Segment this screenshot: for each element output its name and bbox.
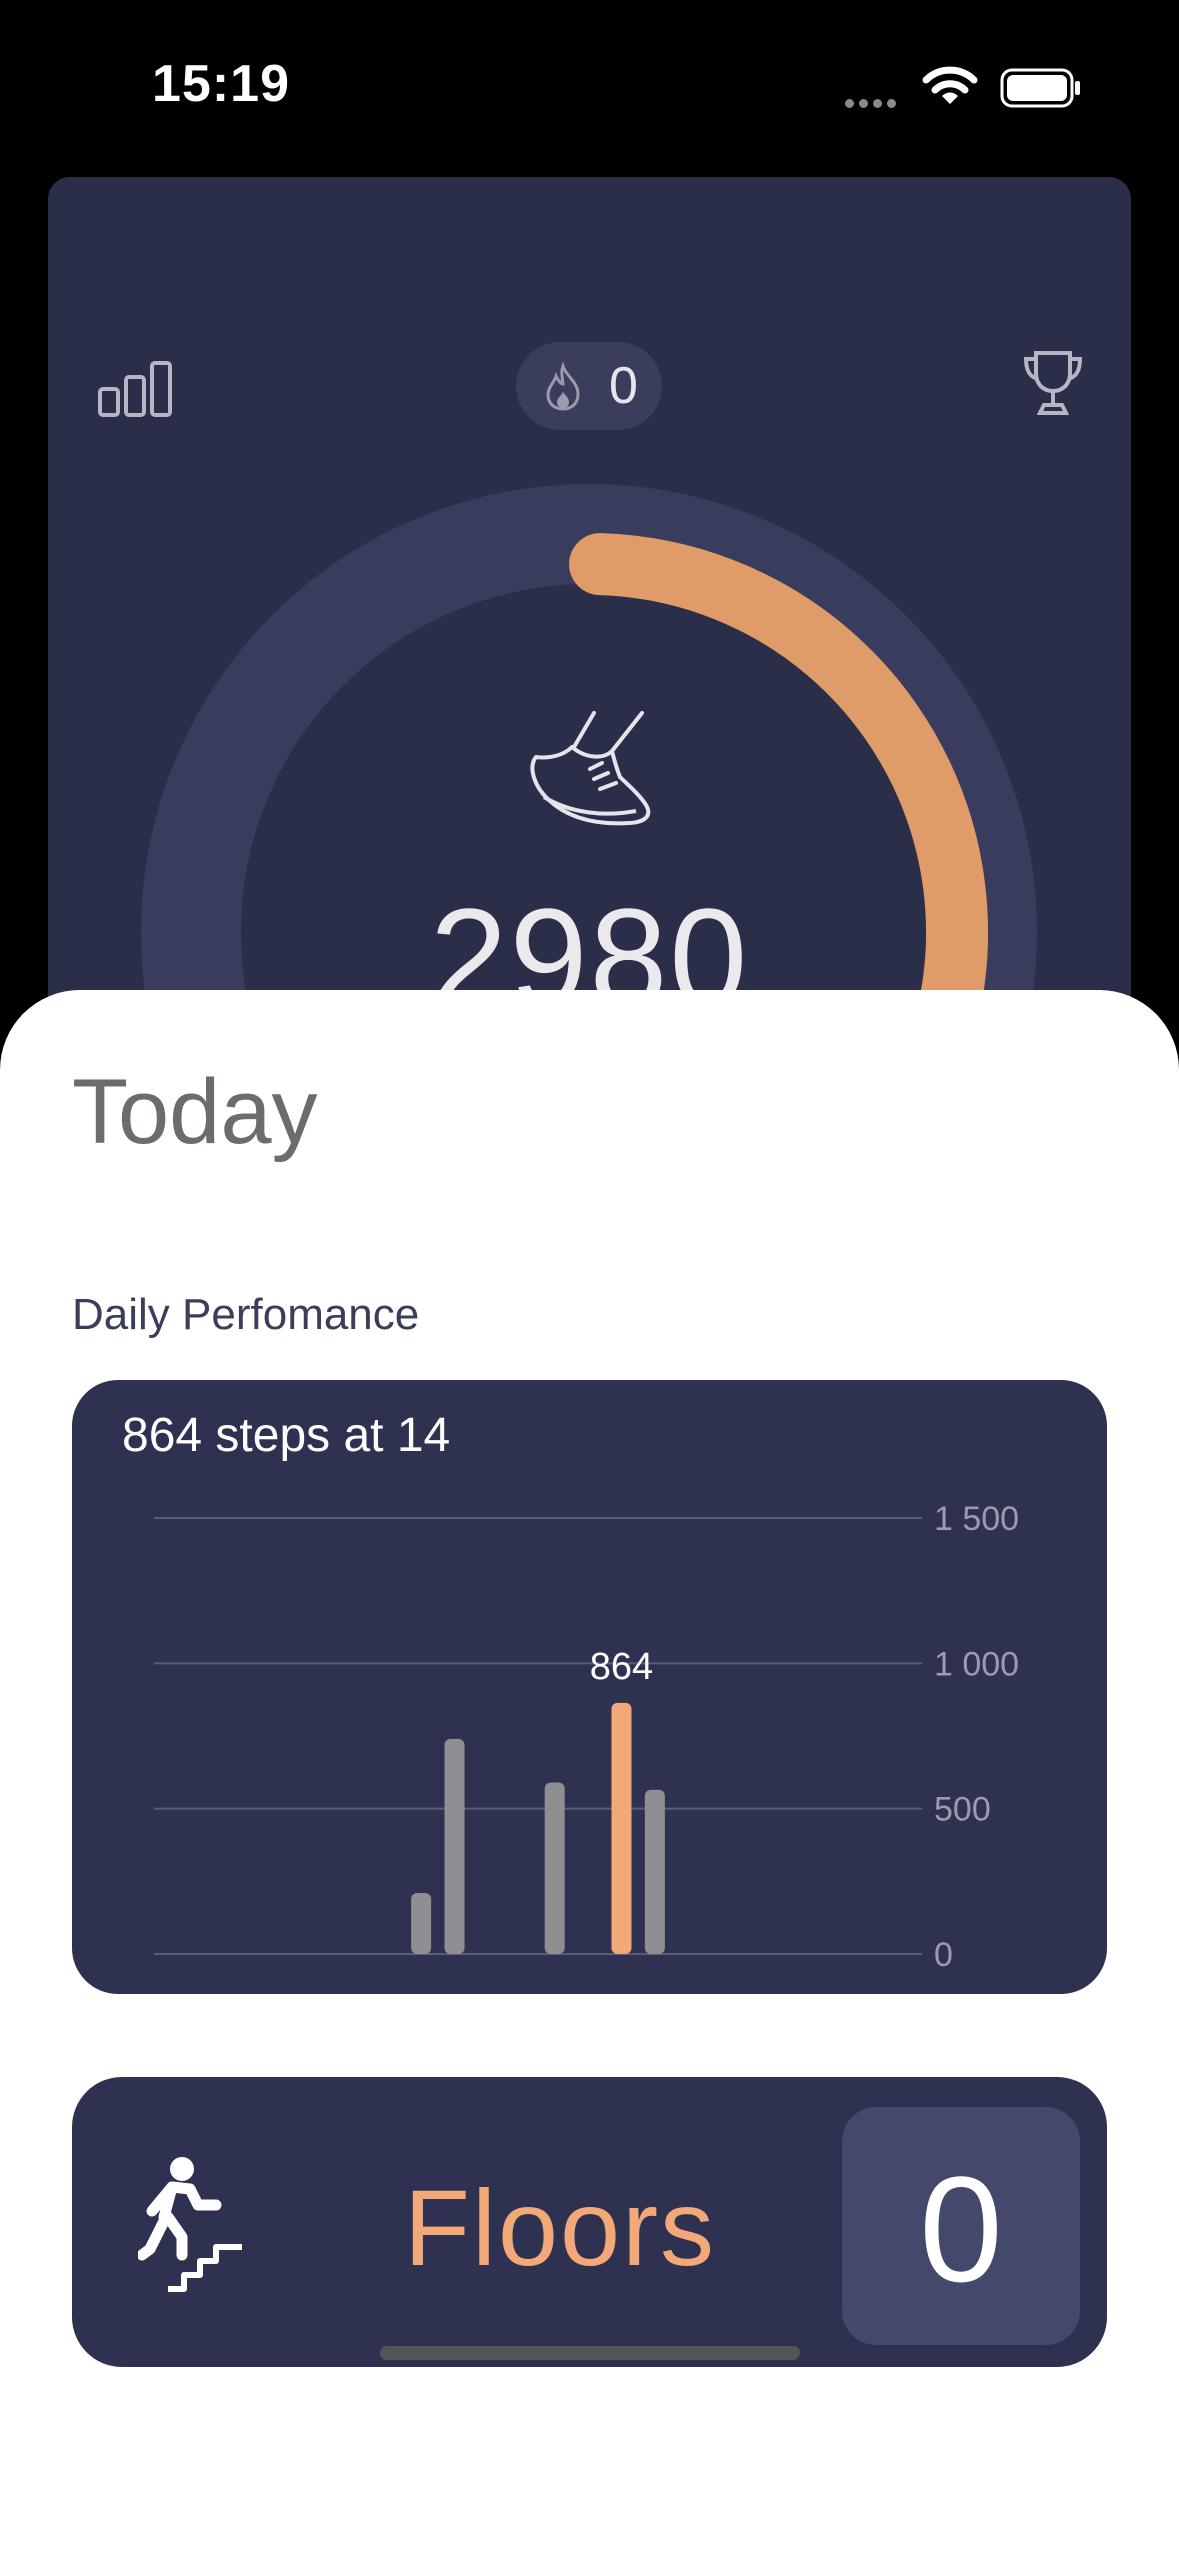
status-time: 15:19 <box>152 55 290 113</box>
status-bar: 15:19 <box>0 0 1179 170</box>
steps-summary-card: 0 2980 <box>48 177 1131 1077</box>
battery-icon <box>1000 68 1080 108</box>
streak-pill[interactable]: 0 <box>516 342 662 430</box>
stairs-climber-icon <box>138 2157 242 2292</box>
flame-icon <box>546 362 580 411</box>
chart-bar[interactable] <box>544 1782 565 1954</box>
bar-value-label: 864 <box>590 1646 653 1688</box>
chart-bar[interactable] <box>444 1738 465 1954</box>
shoe-icon <box>530 711 651 826</box>
signal-dots-icon <box>845 95 901 113</box>
chart-bar[interactable] <box>411 1892 432 1954</box>
bar-chart-icon[interactable] <box>98 359 178 419</box>
streak-count: 0 <box>609 357 638 415</box>
y-tick-label: 0 <box>934 1936 953 1974</box>
daily-steps-chart[interactable]: 1 500 1 000 500 0 864 <box>72 1380 1107 1994</box>
home-indicator[interactable] <box>380 2346 800 2360</box>
daily-performance-card[interactable]: 864 steps at 14 1 500 1 000 500 0 864 <box>72 1380 1107 1994</box>
floors-label: Floors <box>404 2167 717 2288</box>
chart-bar[interactable] <box>644 1789 665 1954</box>
floors-count-box: 0 <box>842 2107 1080 2345</box>
section-label: Daily Perfomance <box>72 1290 420 1339</box>
y-tick-label: 500 <box>934 1791 991 1829</box>
wifi-icon <box>922 66 978 104</box>
page-title: Today <box>72 1061 318 1163</box>
floors-count: 0 <box>919 2145 1003 2313</box>
y-tick-label: 1 500 <box>934 1500 1019 1538</box>
floors-card[interactable]: Floors 0 <box>72 2077 1107 2367</box>
chart-bar-selected[interactable] <box>611 1702 632 1954</box>
today-sheet[interactable]: Today Daily Perfomance 864 steps at 14 1… <box>0 990 1179 2556</box>
y-tick-label: 1 000 <box>934 1645 1019 1683</box>
trophy-icon[interactable] <box>1022 349 1084 417</box>
